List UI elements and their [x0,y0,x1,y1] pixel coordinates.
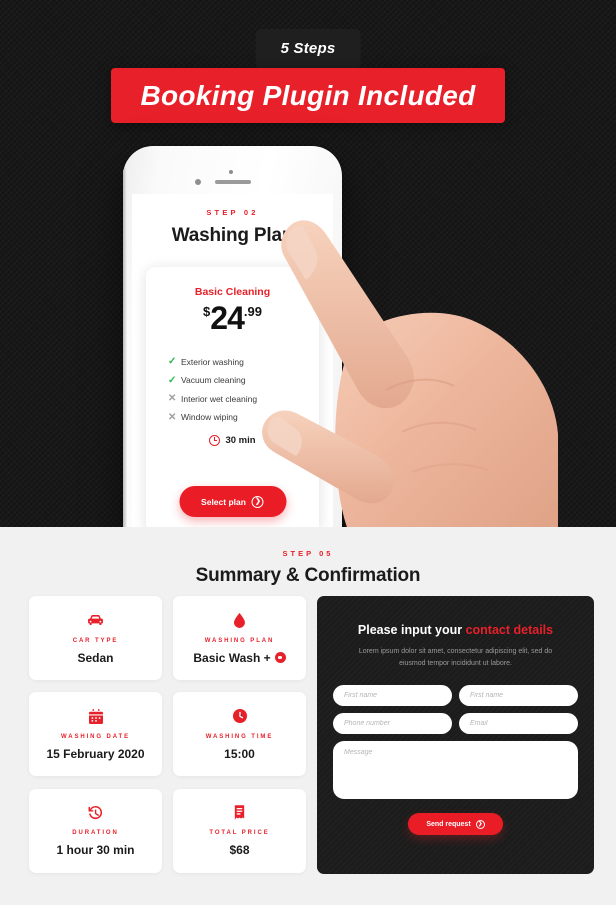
send-request-button[interactable]: Send request ❯ [408,813,503,836]
feature-label: Interior wet cleaning [181,393,258,404]
title-banner: Booking Plugin Included [111,68,505,123]
cross-icon: ✕ [168,411,177,423]
form-title-accent: contact details [465,623,554,637]
feature-label: Exterior washing [181,356,244,367]
phone-sensor-icon [229,170,233,174]
summary-card-label: TOTAL PRICE [209,830,270,837]
check-icon: ✓ [168,356,177,367]
summary-cards-grid: CAR TYPE Sedan WASHING PLAN Basic Wash +… [29,596,306,874]
calendar-icon [88,708,103,725]
summary-card-washing-time: WASHING TIME 15:00 [173,692,306,777]
summary-card-car-type: CAR TYPE Sedan [29,596,162,680]
send-request-label: Send request [426,820,471,828]
summary-card-washing-date: WASHING DATE 15 February 2020 [29,692,162,777]
form-fields [333,685,578,800]
summary-card-total-price: TOTAL PRICE $68 [173,788,306,873]
feature-label: Vacuum cleaning [181,375,246,385]
feature-label: Window wiping [181,412,238,422]
summary-card-value: Basic Wash + [193,650,271,665]
second-name-input[interactable] [459,685,578,707]
summary-card-value: $68 [229,843,250,858]
price-cents: .99 [243,304,262,319]
form-subtitle: Lorem ipsum dolor sit amet, consectetur … [358,648,553,667]
contact-form-panel: Please input your contact details Lorem … [317,596,594,874]
summary-card-value: 15:00 [224,746,255,761]
message-textarea[interactable] [333,741,578,800]
droplet-icon [234,612,245,629]
steps-badge: 5 Steps [255,29,361,70]
summary-card-label: CAR TYPE [72,637,119,644]
step-kicker: STEP 02 [206,208,259,217]
clock-icon [209,434,221,446]
check-icon: ✓ [168,374,177,386]
summary-section: STEP 05 Summary & Confirmation CAR TYPE … [0,527,616,905]
summary-card-value: Sedan [77,650,114,665]
summary-card-value-wrap: Basic Wash + [193,650,286,665]
arrow-right-circle-icon: ❯ [475,819,485,829]
duration-label: 30 min [225,434,256,446]
plus-badge-icon [274,652,286,663]
summary-card-washing-plan: WASHING PLAN Basic Wash + [173,596,306,680]
pointing-hand-illustration [262,220,558,527]
hero-section: 5 Steps Booking Plugin Included STEP 02 … [0,0,616,527]
select-plan-label: Select plan [201,496,246,507]
summary-title: Summary & Confirmation [195,565,421,586]
car-icon [87,612,104,629]
summary-card-label: WASHING PLAN [204,637,275,644]
price-whole: 24 [210,300,245,336]
summary-card-value: 15 February 2020 [46,746,145,761]
first-name-input[interactable] [333,685,452,707]
summary-body: CAR TYPE Sedan WASHING PLAN Basic Wash +… [29,596,594,874]
clock-icon [232,708,247,725]
summary-kicker: STEP 05 [282,549,334,558]
phone-camera-icon [195,179,201,185]
form-title: Please input your contact details [333,623,578,637]
phone-speaker-icon [214,180,251,184]
summary-card-label: DURATION [72,830,119,837]
form-title-plain: Please input your [357,623,466,637]
summary-card-label: WASHING DATE [60,733,131,740]
email-input[interactable] [459,713,578,735]
receipt-icon [234,804,245,821]
summary-card-label: WASHING TIME [205,733,274,740]
phone-edge [123,168,127,527]
cross-icon: ✕ [168,393,177,404]
phone-number-input[interactable] [333,713,452,735]
summary-card-value: 1 hour 30 min [56,843,135,858]
summary-card-duration: DURATION 1 hour 30 min [29,788,162,873]
history-icon [88,804,103,821]
